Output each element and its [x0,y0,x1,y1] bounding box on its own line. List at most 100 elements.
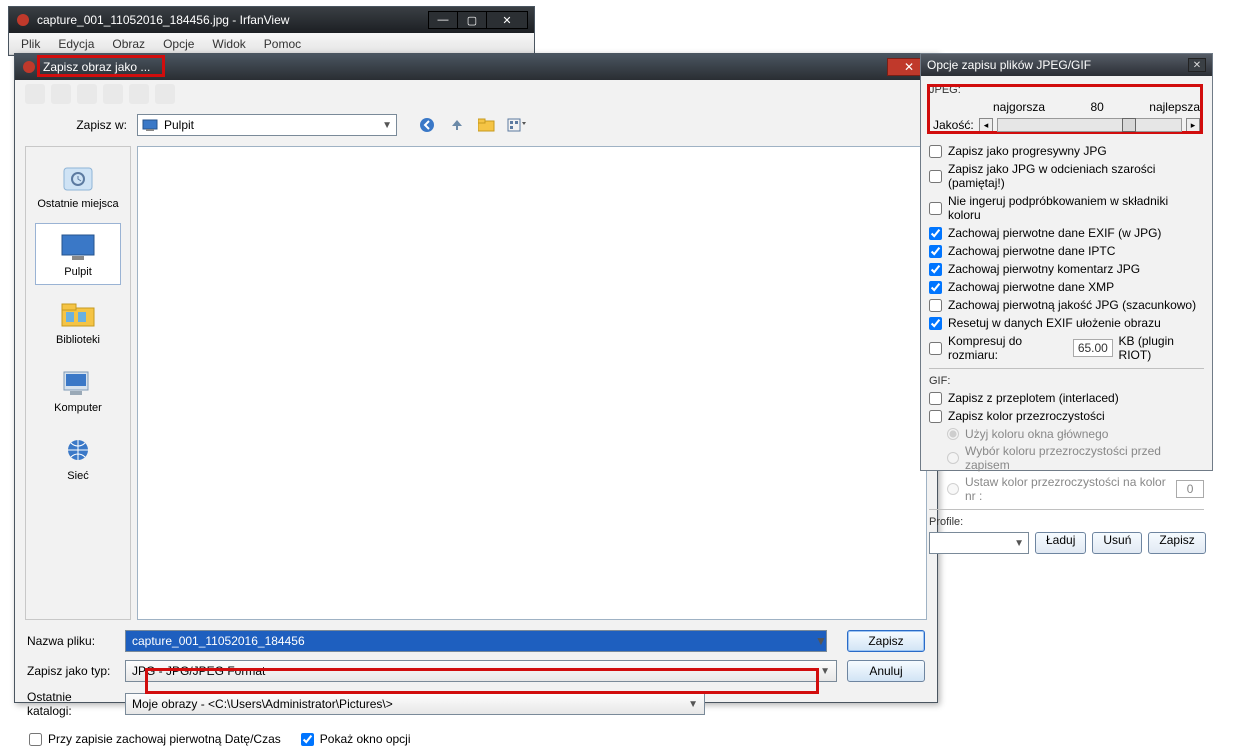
menubar: Plik Edycja Obraz Opcje Widok Pomoc [9,33,534,55]
desktop-icon [58,232,98,262]
radio-set-color-index: Ustaw kolor przezroczystości na kolor nr… [947,475,1204,503]
place-label: Pulpit [64,266,92,278]
recent-dirs-select[interactable]: Moje obrazy - <C:\Users\Administrator\Pi… [125,693,705,715]
profile-save-button[interactable]: Zapisz [1148,532,1205,554]
chevron-down-icon[interactable]: ▼ [815,634,827,648]
chk-gif-transparency[interactable]: Zapisz kolor przezroczystości [929,409,1204,423]
filetype-label: Zapisz jako typ: [27,664,115,678]
menu-opts[interactable]: Opcje [155,35,202,53]
chevron-down-icon: ▼ [382,120,392,131]
main-title: capture_001_11052016_184456.jpg - IrfanV… [37,13,429,27]
menu-view[interactable]: Widok [204,35,253,53]
chk-grayscale[interactable]: Zapisz jako JPG w odcieniach szarości (p… [929,162,1204,190]
place-desktop[interactable]: Pulpit [35,223,121,285]
chk-reset-orient[interactable]: Resetuj w danych EXIF ułożenie obrazu [929,316,1204,330]
filetype-select[interactable]: JPG - JPG/JPEG Format ▼ [125,660,837,682]
chk-exif[interactable]: Zachowaj pierwotne dane EXIF (w JPG) [929,226,1204,240]
chevron-down-icon: ▼ [820,666,830,677]
place-label: Ostatnie miejsca [37,198,118,210]
new-folder-icon[interactable] [477,115,497,135]
show-options-checkbox[interactable]: Pokaż okno opcji [301,732,411,746]
options-titlebar: Opcje zapisu plików JPEG/GIF ✕ [921,54,1212,76]
jpeg-gif-options-window: Opcje zapisu plików JPEG/GIF ✕ JPEG: naj… [920,53,1213,471]
chk-progressive[interactable]: Zapisz jako progresywny JPG [929,144,1204,158]
save-in-value: Pulpit [164,118,194,132]
menu-file[interactable]: Plik [13,35,48,53]
place-recent[interactable]: Ostatnie miejsca [35,155,121,217]
jpeg-group-label: JPEG: [929,84,1204,96]
place-network[interactable]: Sieć [35,427,121,489]
toolbar-icon[interactable] [103,84,123,104]
save-as-dialog: Zapisz obraz jako ... ✕ Zapisz w: Pulpit… [14,53,938,703]
save-in-label: Zapisz w: [67,118,127,132]
save-in-row: Zapisz w: Pulpit ▼ [15,108,937,142]
app-icon [21,59,37,75]
toolbar-icon[interactable] [129,84,149,104]
toolbar-icon[interactable] [51,84,71,104]
radio-use-main-color: Użyj koloru okna głównego [947,427,1204,441]
chk-quality-est[interactable]: Zachowaj pierwotną jakość JPG (szacunkow… [929,298,1204,312]
profile-select[interactable]: ▼ [929,532,1029,554]
dialog-titlebar: Zapisz obraz jako ... ✕ [15,54,937,80]
quality-label: Jakość: [933,118,975,132]
places-bar: Ostatnie miejsca Pulpit Biblioteki Kompu… [25,146,131,620]
quality-slider[interactable] [997,118,1182,132]
chk-gif-interlaced[interactable]: Zapisz z przeplotem (interlaced) [929,391,1204,405]
menu-help[interactable]: Pomoc [256,35,309,53]
compress-size-input[interactable]: 65.00 [1073,339,1112,357]
save-in-combo[interactable]: Pulpit ▼ [137,114,397,136]
quality-thumb[interactable] [1122,118,1136,132]
place-label: Sieć [67,470,88,482]
menu-image[interactable]: Obraz [104,35,153,53]
radio-pick-before-save: Wybór koloru przezroczystości przed zapi… [947,444,1204,472]
save-button[interactable]: Zapisz [847,630,925,652]
back-icon[interactable] [417,115,437,135]
quality-increase[interactable]: ▸ [1186,118,1200,132]
minimize-button[interactable]: — [428,11,458,29]
place-label: Biblioteki [56,334,100,346]
libraries-icon [60,300,96,330]
main-titlebar: capture_001_11052016_184456.jpg - IrfanV… [9,7,534,33]
quality-decrease[interactable]: ◂ [979,118,993,132]
chk-xmp[interactable]: Zachowaj pierwotne dane XMP [929,280,1204,294]
dialog-toolbar [15,80,937,108]
place-computer[interactable]: Komputer [35,359,121,421]
chk-iptc[interactable]: Zachowaj pierwotne dane IPTC [929,244,1204,258]
computer-icon [60,368,96,398]
chevron-down-icon: ▼ [688,699,698,710]
chk-subsample[interactable]: Nie ingeruj podpróbkowaniem w składniki … [929,194,1204,222]
up-icon[interactable] [447,115,467,135]
menu-edit[interactable]: Edycja [50,35,102,53]
view-menu-icon[interactable] [507,115,527,135]
quality-best-label: najlepsza [1149,100,1200,114]
desktop-icon [142,118,158,132]
gif-group-label: GIF: [929,375,1204,387]
filename-input[interactable]: capture_001_11052016_184456 [125,630,827,652]
toolbar-icon[interactable] [155,84,175,104]
filename-label: Nazwa pliku: [27,634,115,648]
main-window: capture_001_11052016_184456.jpg - IrfanV… [8,6,535,56]
chevron-down-icon: ▼ [1014,538,1024,549]
dialog-title: Zapisz obraz jako ... [43,60,887,74]
network-icon [60,436,96,466]
cancel-button[interactable]: Anuluj [847,660,925,682]
profile-load-button[interactable]: Ładuj [1035,532,1086,554]
close-button[interactable]: ✕ [486,11,528,29]
profile-remove-button[interactable]: Usuń [1092,532,1142,554]
options-close-button[interactable]: ✕ [1188,58,1206,72]
toolbar-icon[interactable] [77,84,97,104]
options-title: Opcje zapisu plików JPEG/GIF [927,58,1091,72]
quality-value: 80 [1090,100,1103,114]
recent-dirs-label: Ostatnie katalogi: [27,690,115,718]
quality-worst-label: najgorsza [993,100,1045,114]
place-label: Komputer [54,402,102,414]
toolbar-icon[interactable] [25,84,45,104]
chk-comment[interactable]: Zachowaj pierwotny komentarz JPG [929,262,1204,276]
keep-date-checkbox[interactable]: Przy zapisie zachowaj pierwotną Datę/Cza… [29,732,281,746]
place-libraries[interactable]: Biblioteki [35,291,121,353]
trans-index-input: 0 [1176,480,1204,498]
app-icon [15,12,31,28]
maximize-button[interactable]: ▢ [457,11,487,29]
chk-compress-to[interactable]: Kompresuj do rozmiaru: 65.00 KB (plugin … [929,334,1204,362]
file-list[interactable] [137,146,927,620]
